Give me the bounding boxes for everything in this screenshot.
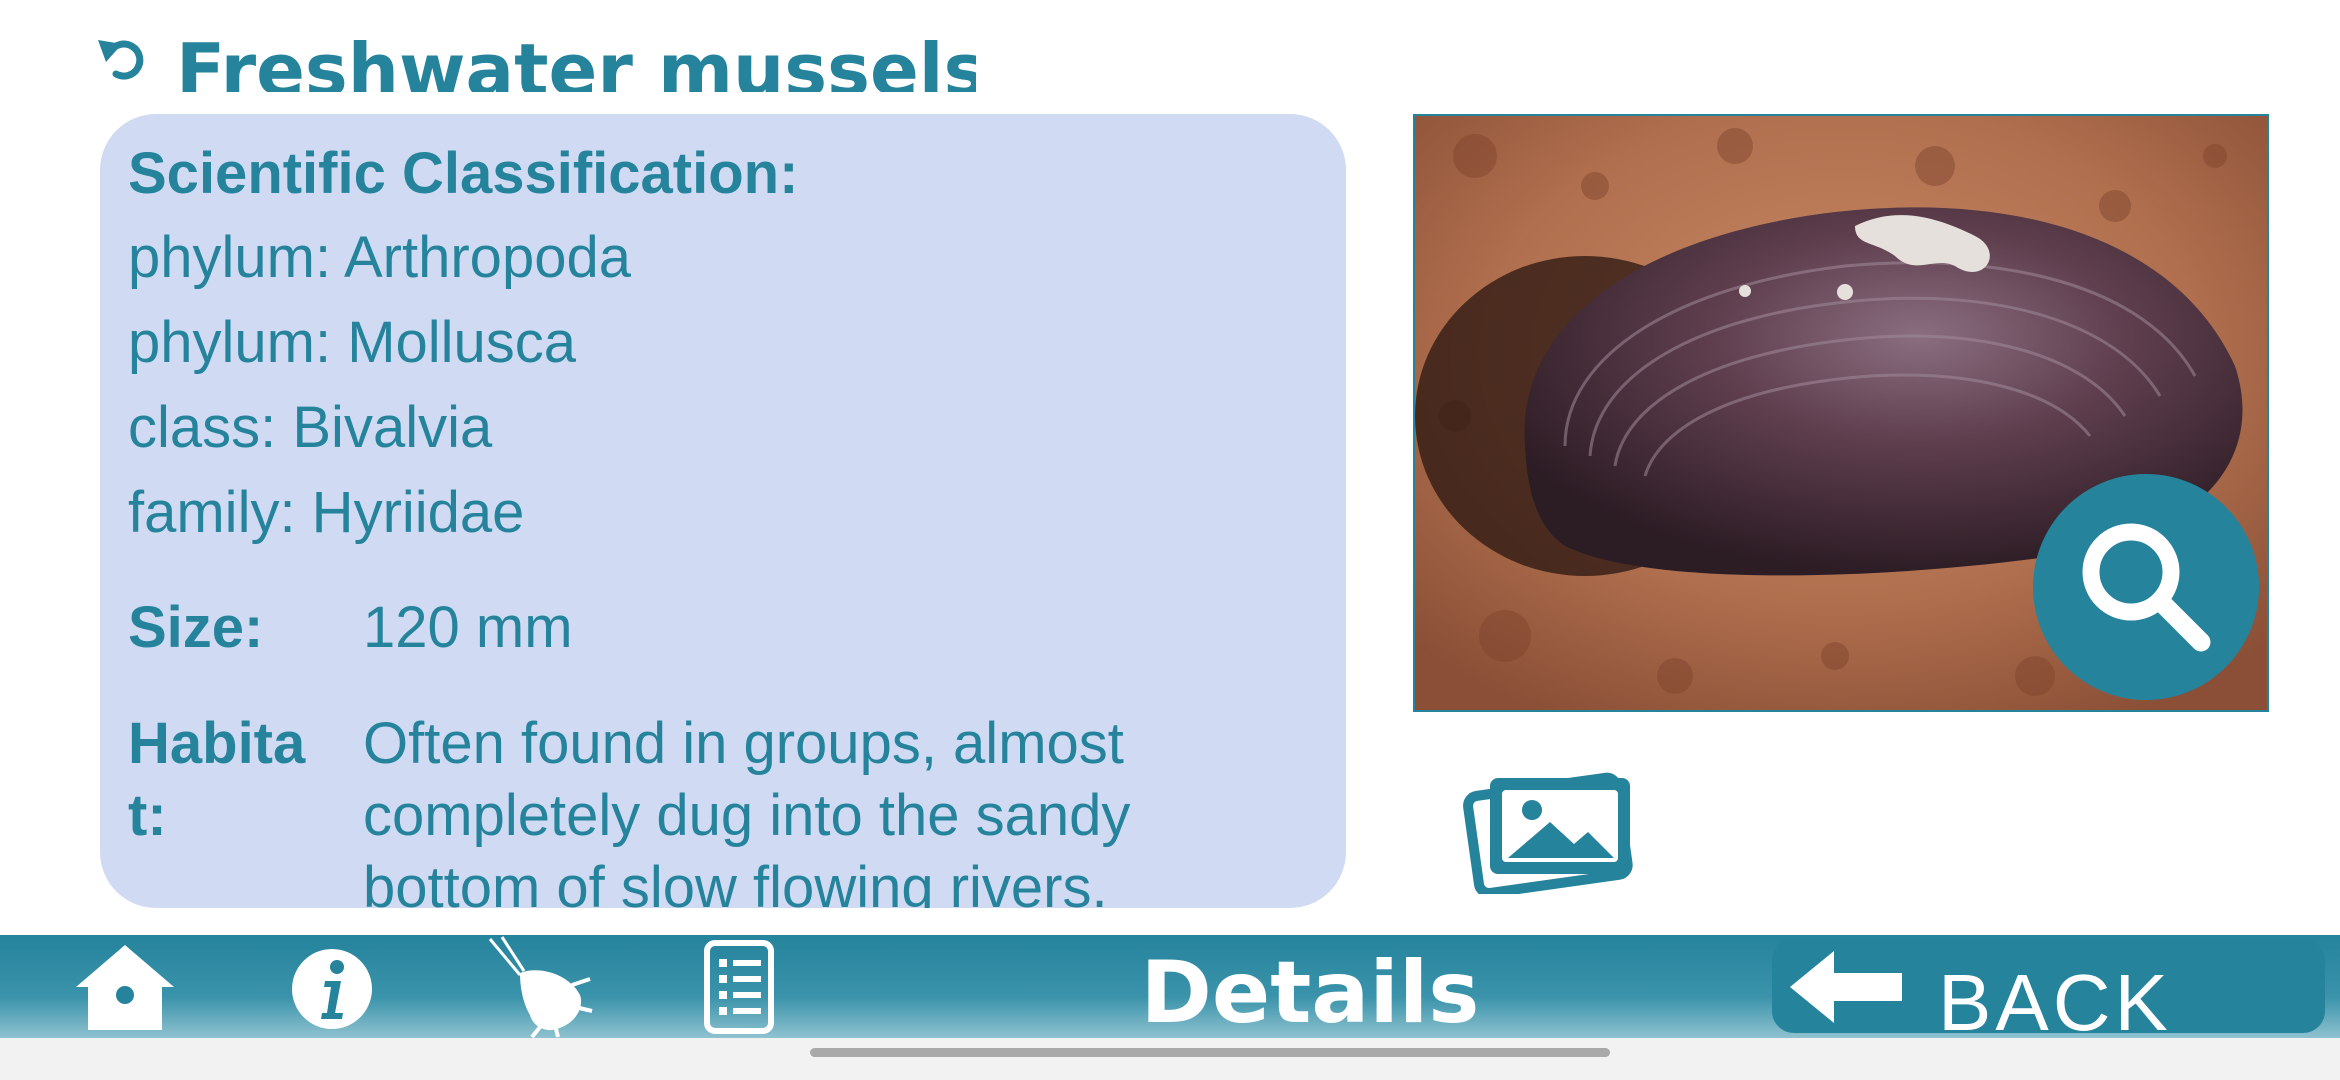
home-icon [76,945,174,1030]
page-title: Freshwater mussels [176,30,976,92]
info-card[interactable]: Scientific Classification: phylum: Arthr… [100,114,1346,908]
habitat-label: Habitat: [128,711,306,848]
creature-icon [488,936,593,1039]
classification-line: phylum: Arthropoda [128,225,631,290]
info-nav-button[interactable] [285,935,385,1038]
creature-nav-button[interactable] [480,935,600,1039]
gallery-icon[interactable] [1460,764,1640,894]
size-label: Size: [128,595,264,660]
list-icon [704,940,774,1034]
gesture-handle[interactable] [810,1048,1610,1057]
back-button[interactable]: BACK [1772,939,2325,1033]
home-nav-button[interactable] [70,935,180,1038]
page-title-container: Freshwater mussels [176,30,976,92]
back-button-label: BACK [1938,958,2172,1033]
info-icon [292,949,372,1029]
system-nav-bar [0,1038,2340,1080]
classification-heading: Scientific Classification: [128,141,799,206]
habitat-value: Often found in groups, almost completely… [363,711,1131,908]
classification-line: class: Bivalvia [128,395,493,460]
list-nav-button[interactable] [695,935,785,1038]
screen-title: Details [1140,943,1480,1038]
back-arrow-icon [1790,951,1902,1023]
undo-icon[interactable] [96,30,152,86]
classification-line: family: Hyriidae [128,480,525,545]
classification-line: phylum: Mollusca [128,310,577,375]
size-value: 120 mm [363,595,573,660]
bottom-nav-bar: Details BACK [0,935,2340,1039]
magnifier-icon[interactable] [2033,474,2259,700]
